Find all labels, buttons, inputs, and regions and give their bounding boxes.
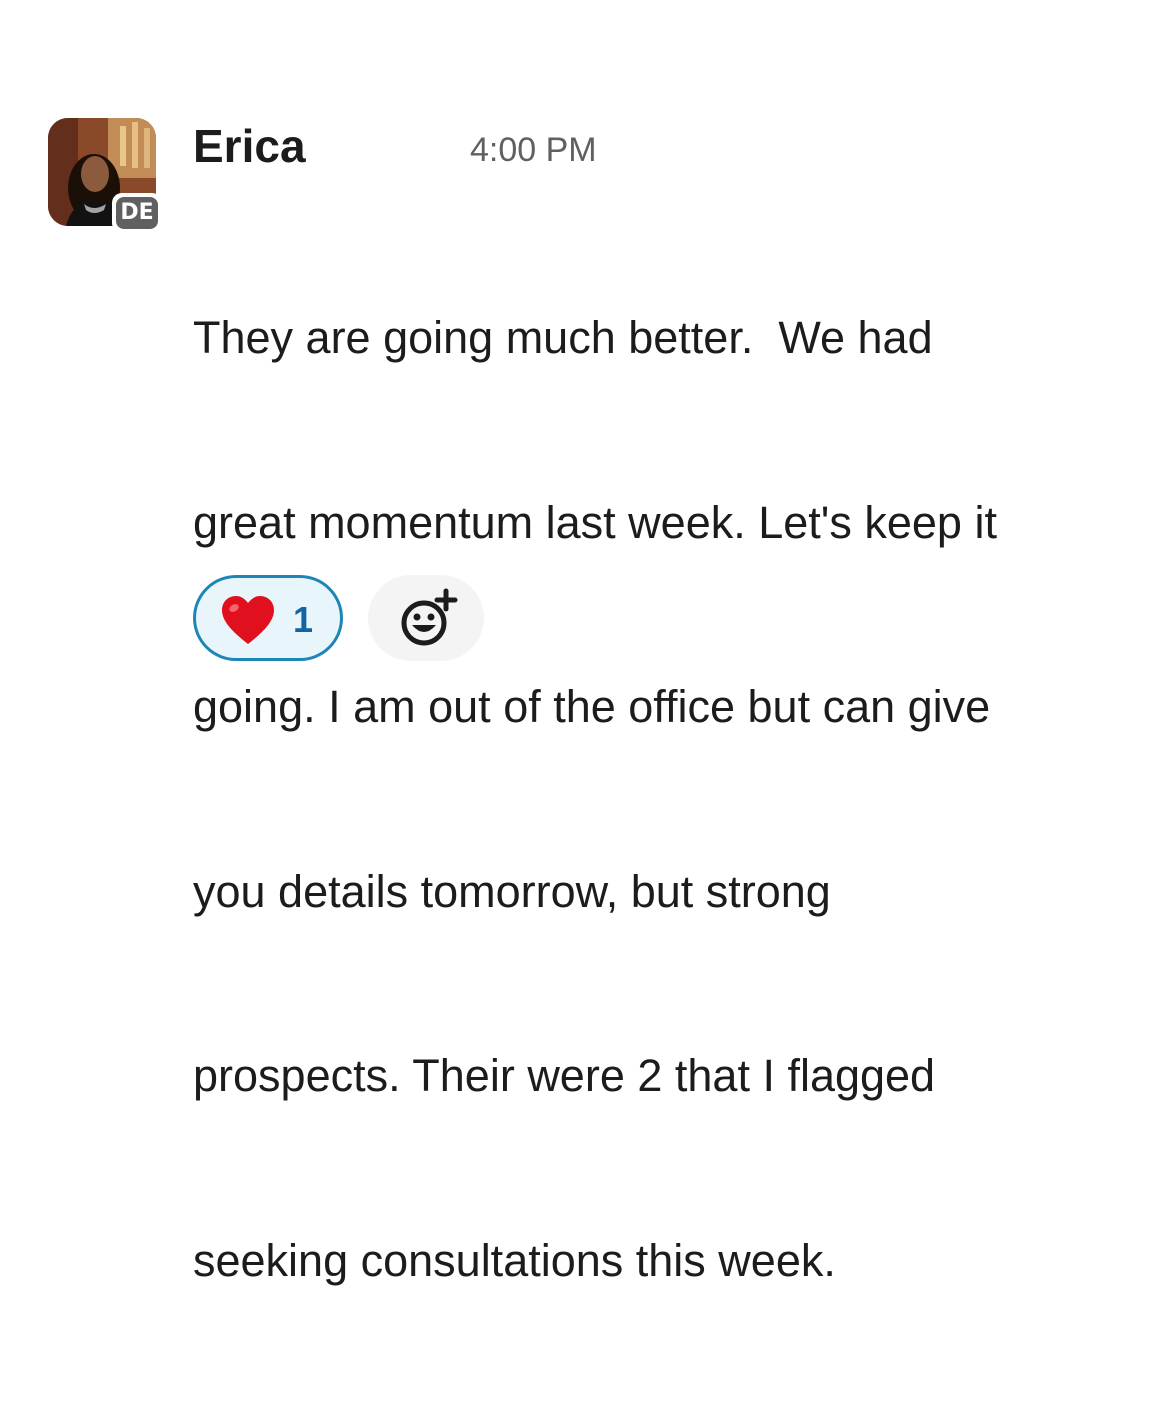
message-line: going. I am out of the office but can gi… — [193, 681, 991, 732]
message-line: you details tomorrow, but strong — [193, 865, 831, 917]
message-line: seeking consultations this week. — [193, 1234, 836, 1286]
message: DE Erica 4:00 PM They are going much bet… — [0, 0, 1170, 1286]
reaction-heart-button[interactable]: 1 — [193, 575, 343, 661]
add-emoji-icon — [401, 588, 458, 646]
message-body: They are going much better. We had great… — [193, 184, 1123, 1414]
add-reaction-button[interactable] — [368, 575, 484, 661]
message-line: prospects. Their were 2 that I flagged — [193, 1050, 936, 1101]
reaction-count: 1 — [293, 599, 314, 640]
status-badge: DE — [112, 193, 162, 233]
message-line: They are going much better. We had — [193, 312, 933, 363]
message-timestamp[interactable]: 4:00 PM — [470, 128, 597, 172]
heart-icon — [222, 596, 274, 644]
badge-label: DE — [116, 197, 158, 229]
sender-name[interactable]: Erica — [193, 116, 306, 176]
message-line: great momentum last week. Let's keep it — [193, 496, 997, 548]
